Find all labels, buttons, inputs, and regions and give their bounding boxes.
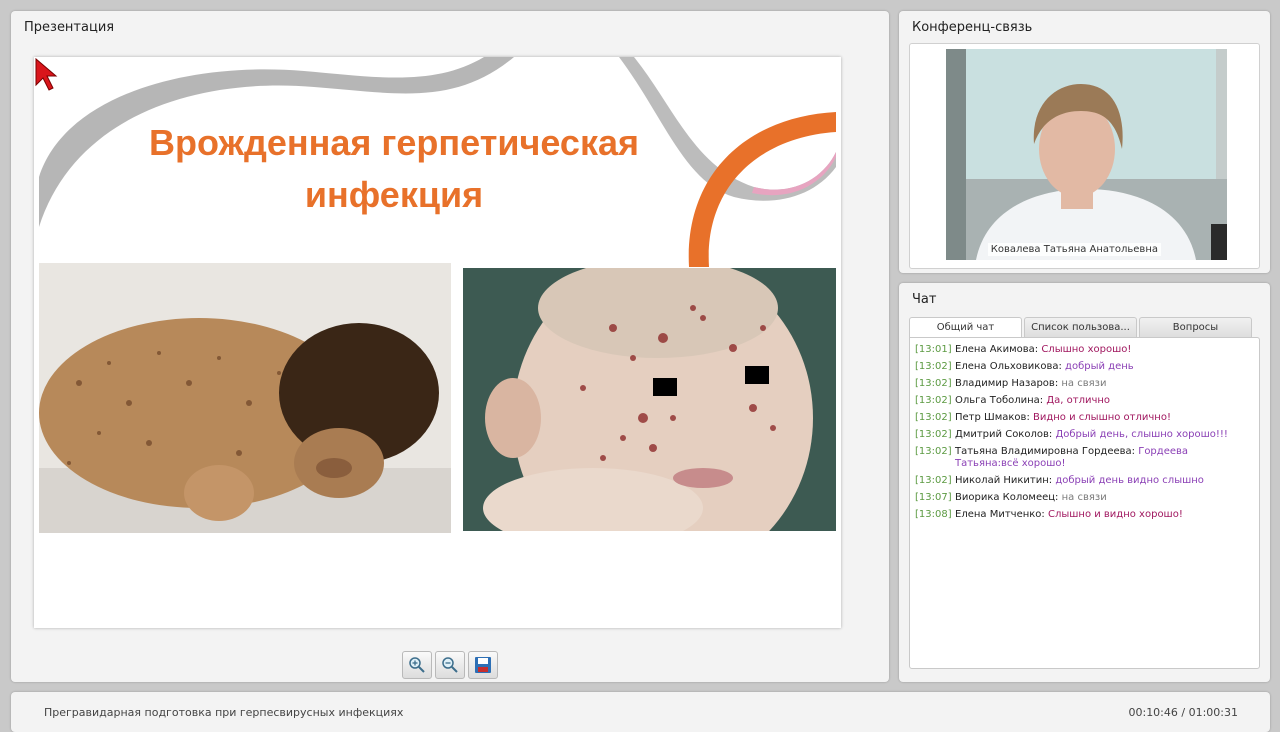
chat-message-text: на связи — [1061, 492, 1107, 503]
pointer-cursor-icon — [35, 57, 58, 91]
chat-message-author: Елена Ольховикова: — [955, 361, 1062, 372]
tab-general-chat[interactable]: Общий чат — [909, 317, 1022, 338]
chat-message-text: Добрый день, слышно хорошо!!! — [1055, 429, 1228, 440]
chat-message-text: добрый день видно слышно — [1055, 475, 1204, 486]
course-title: Прегравидарная подготовка при герпесвиру… — [44, 706, 404, 719]
chat-message: [13:02] Петр Шмаков: Видно и слышно отлич… — [915, 412, 1253, 424]
zoom-out-icon — [442, 657, 458, 673]
chat-message-author: Дмитрий Соколов: — [955, 429, 1053, 440]
chat-message-time: [13:01] — [915, 344, 952, 355]
presentation-panel: Презентация Врожденная герпетическая инф… — [11, 11, 889, 682]
tab-user-list[interactable]: Список пользова... — [1024, 317, 1137, 337]
chat-panel: Чат Общий чат Список пользова... Вопросы… — [899, 283, 1270, 682]
chat-message-text: добрый день — [1065, 361, 1134, 372]
chat-message-time: [13:02] — [915, 446, 952, 457]
chat-message: [13:02] Дмитрий Соколов: Добрый день, слы… — [915, 429, 1253, 441]
chat-message-list[interactable]: [13:01] Елена Акимова: Слышно хорошо! [13:… — [909, 337, 1260, 669]
chat-message-text: Видно и слышно отлично! — [1033, 412, 1171, 423]
tab-questions[interactable]: Вопросы — [1139, 317, 1252, 337]
chat-message: [13:02] Елена Ольховикова: добрый день — [915, 361, 1253, 373]
chat-message-time: [13:02] — [915, 378, 952, 389]
chat-message-time: [13:08] — [915, 509, 952, 520]
chat-message-author: Елена Митченко: — [955, 509, 1045, 520]
chat-message: [13:07] Виорика Коломеец: на связи — [915, 492, 1253, 504]
chat-message-time: [13:02] — [915, 475, 952, 486]
slide-title: Врожденная герпетическая инфекция — [149, 122, 639, 215]
conference-panel: Конференц-связь Ковалева Татьяна Анатоль… — [899, 11, 1270, 273]
save-icon — [475, 657, 491, 673]
chat-message-text: Слышно и видно хорошо! — [1047, 509, 1183, 520]
slide-photo-infant-left — [39, 263, 451, 533]
zoom-in-button[interactable] — [402, 651, 432, 679]
presentation-panel-title: Презентация — [24, 20, 115, 35]
save-button[interactable] — [468, 651, 498, 679]
playback-timecode: 00:10:46 / 01:00:31 — [1128, 706, 1238, 719]
chat-message-time: [13:02] — [915, 429, 952, 440]
conference-panel-title: Конференц-связь — [912, 20, 1033, 35]
slide-photo-child-right — [463, 268, 836, 531]
chat-message-time: [13:02] — [915, 412, 952, 423]
chat-message: [13:02] Татьяна Владимировна Гордеева: Го… — [915, 446, 1253, 470]
chat-message-author: Владимир Назаров: — [955, 378, 1059, 389]
chat-message: [13:08] Елена Митченко: Слышно и видно хо… — [915, 509, 1253, 521]
zoom-out-button[interactable] — [435, 651, 465, 679]
chat-message-text: Слышно хорошо! — [1041, 344, 1132, 355]
chat-message-author: Ольга Тоболина: — [955, 395, 1044, 406]
zoom-in-icon — [409, 657, 425, 673]
chat-message: [13:01] Елена Акимова: Слышно хорошо! — [915, 344, 1253, 356]
chat-message-text: на связи — [1061, 378, 1107, 389]
chat-message-author: Елена Акимова: — [955, 344, 1039, 355]
chat-message-author: Татьяна Владимировна Гордеева: — [955, 446, 1136, 457]
chat-message-text: Да, отлично — [1046, 395, 1111, 406]
presentation-slide: Врожденная герпетическая инфекция — [34, 57, 841, 628]
chat-message-time: [13:07] — [915, 492, 952, 503]
chat-message: [13:02] Владимир Назаров: на связи — [915, 378, 1253, 390]
speaker-name-label: Ковалева Татьяна Анатольевна — [987, 243, 1161, 256]
chat-message: [13:02] Ольга Тоболина: Да, отлично — [915, 395, 1253, 407]
chat-message-author: Николай Никитин: — [955, 475, 1053, 486]
speaker-video[interactable]: Ковалева Татьяна Анатольевна — [946, 49, 1227, 260]
chat-message: [13:02] Николай Никитин: добрый день видн… — [915, 475, 1253, 487]
chat-message-author: Петр Шмаков: — [955, 412, 1030, 423]
chat-message-time: [13:02] — [915, 361, 952, 372]
chat-panel-title: Чат — [912, 292, 937, 307]
bottom-bar: Прегравидарная подготовка при герпесвиру… — [11, 692, 1270, 732]
video-frame: Ковалева Татьяна Анатольевна — [909, 43, 1260, 269]
chat-message-time: [13:02] — [915, 395, 952, 406]
chat-message-author: Виорика Коломеец: — [955, 492, 1059, 503]
